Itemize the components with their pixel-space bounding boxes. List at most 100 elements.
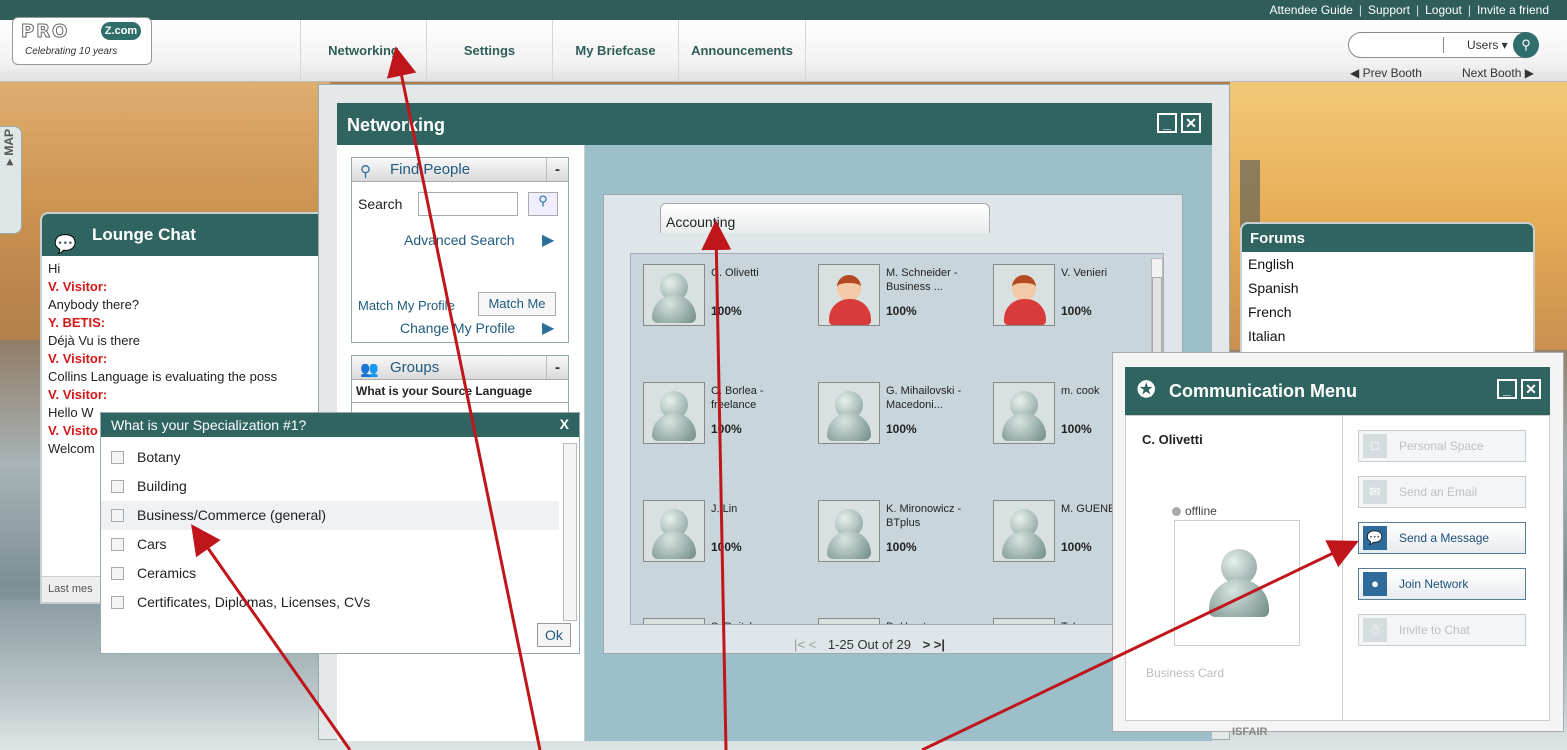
checkbox[interactable] [111,567,124,580]
avatar[interactable] [818,382,880,444]
specialization-option[interactable]: Ceramics [101,559,559,588]
invite-to-chat-button[interactable]: ☃ Invite to Chat [1358,614,1526,646]
person-name[interactable]: V. Venieri [1061,266,1161,280]
logo-badge: Z.com [101,22,141,40]
person-name[interactable]: D. Hrastovec - [886,620,986,624]
chat-message: Anybody there? [48,297,140,312]
checkbox[interactable] [111,538,124,551]
people-search-input[interactable] [418,192,518,216]
match-me-button[interactable]: Match Me [478,292,556,316]
advanced-search-link[interactable]: Advanced Search [404,232,515,248]
avatar[interactable] [818,500,880,562]
specialization-scrollbar[interactable] [563,443,577,621]
nav-my-briefcase[interactable]: My Briefcase [552,20,678,82]
button-icon: ✉ [1363,480,1387,504]
tab-accounting[interactable]: Accounting [660,203,990,233]
specialization-option[interactable]: Botany [101,443,559,472]
specialization-option[interactable]: Building [101,472,559,501]
arrow-right-icon: ▶ [542,320,555,337]
attendee-guide-link[interactable]: Attendee Guide [1269,3,1352,17]
avatar[interactable] [643,500,705,562]
person-card[interactable]: J. Lin 100% [643,500,813,610]
map-tab[interactable]: ▸ MAP [0,126,22,234]
logo[interactable]: PRO Z.com Celebrating 10 years [12,17,152,65]
person-name[interactable]: C. Borlea - freelance [711,384,811,412]
person-name[interactable]: C. Olivetti [711,266,811,280]
person-card[interactable]: C. Borlea - freelance 100% [643,382,813,492]
avatar[interactable] [993,264,1055,326]
avatar[interactable] [993,382,1055,444]
send-email-button[interactable]: ✉ Send an Email [1358,476,1526,508]
user-search[interactable]: Users ▾ ⚲ [1348,32,1539,58]
specialization-option[interactable]: Certificates, Diplomas, Licenses, CVs [101,588,559,617]
invite-friend-link[interactable]: Invite a friend [1477,3,1549,17]
prev-booth-link[interactable]: ◀ Prev Booth [1350,66,1422,80]
send-message-button[interactable]: 💬 Send a Message [1358,522,1526,554]
forum-spanish[interactable]: Spanish [1242,276,1533,300]
match-percent: 100% [711,540,742,554]
person-name[interactable]: M. Schneider - Business ... [886,266,986,294]
person-name[interactable]: G. Mihailovski - Macedoni... [886,384,986,412]
change-profile-link[interactable]: Change My Profile [400,320,515,336]
chat-author: Y. BETIS: [48,315,106,330]
join-network-button[interactable]: ● Join Network [1358,568,1526,600]
contact-name: C. Olivetti [1142,432,1203,447]
next-page-icon[interactable]: > >| [923,637,945,652]
forum-italian[interactable]: Italian [1242,324,1533,348]
specialization-dialog: What is your Specialization #1? X Botany… [100,412,580,654]
person-name[interactable]: K. Mironowicz - BTplus [886,502,986,530]
business-card-link[interactable]: Business Card [1146,666,1224,680]
avatar[interactable] [993,618,1055,624]
avatar[interactable] [818,618,880,624]
minimize-button[interactable]: _ [1497,379,1517,399]
nav-networking[interactable]: Networking [300,20,426,82]
forum-french[interactable]: French [1242,300,1533,324]
button-icon: 💬 [1363,526,1387,550]
find-people-title: Find People [390,161,471,178]
checkbox[interactable] [111,509,124,522]
avatar[interactable] [643,264,705,326]
minimize-button[interactable]: _ [1157,113,1177,133]
support-link[interactable]: Support [1368,3,1410,17]
logout-link[interactable]: Logout [1425,3,1462,17]
collapse-button[interactable]: - [546,158,568,181]
specialization-option[interactable]: Cars [101,530,559,559]
checkbox[interactable] [111,451,124,464]
ok-button[interactable]: Ok [537,623,571,647]
close-button[interactable]: ✕ [1521,379,1541,399]
collapse-button[interactable]: - [546,356,568,379]
search-people-button[interactable]: ⚲ [528,192,558,216]
next-booth-link[interactable]: Next Booth ▶ [1462,66,1534,80]
close-icon[interactable]: X [560,416,569,432]
specialization-title: What is your Specialization #1? [111,417,307,433]
users-dropdown[interactable]: Users ▾ [1467,38,1508,52]
avatar[interactable] [993,500,1055,562]
checkbox[interactable] [111,596,124,609]
nav-announcements[interactable]: Announcements [678,20,806,82]
chat-message: Hi [48,261,61,276]
avatar[interactable] [643,382,705,444]
person-name[interactable]: S. Daitch - [711,620,811,624]
person-card[interactable]: G. Mihailovski - Macedoni... 100% [818,382,988,492]
checkbox[interactable] [111,480,124,493]
forum-english[interactable]: English [1242,252,1533,276]
search-label: Search [358,196,403,212]
forums-panel: Forums English Spanish French Italian [1240,222,1535,362]
first-page-icon[interactable]: |< < [794,637,816,652]
person-card[interactable]: M. Schneider - Business ... 100% [818,264,988,374]
person-card[interactable]: S. Daitch - [643,618,813,624]
nav-settings[interactable]: Settings [426,20,552,82]
avatar [1174,520,1300,646]
specialization-option[interactable]: Business/Commerce (general) [101,501,559,530]
person-card[interactable]: D. Hrastovec - [818,618,988,624]
avatar[interactable] [643,618,705,624]
search-icon[interactable]: ⚲ [1513,32,1539,58]
button-icon: ● [1363,572,1387,596]
personal-space-button[interactable]: □ Personal Space [1358,430,1526,462]
close-button[interactable]: ✕ [1181,113,1201,133]
avatar[interactable] [818,264,880,326]
person-name[interactable]: J. Lin [711,502,811,516]
person-card[interactable]: C. Olivetti 100% [643,264,813,374]
person-card[interactable]: K. Mironowicz - BTplus 100% [818,500,988,610]
button-icon: □ [1363,434,1387,458]
